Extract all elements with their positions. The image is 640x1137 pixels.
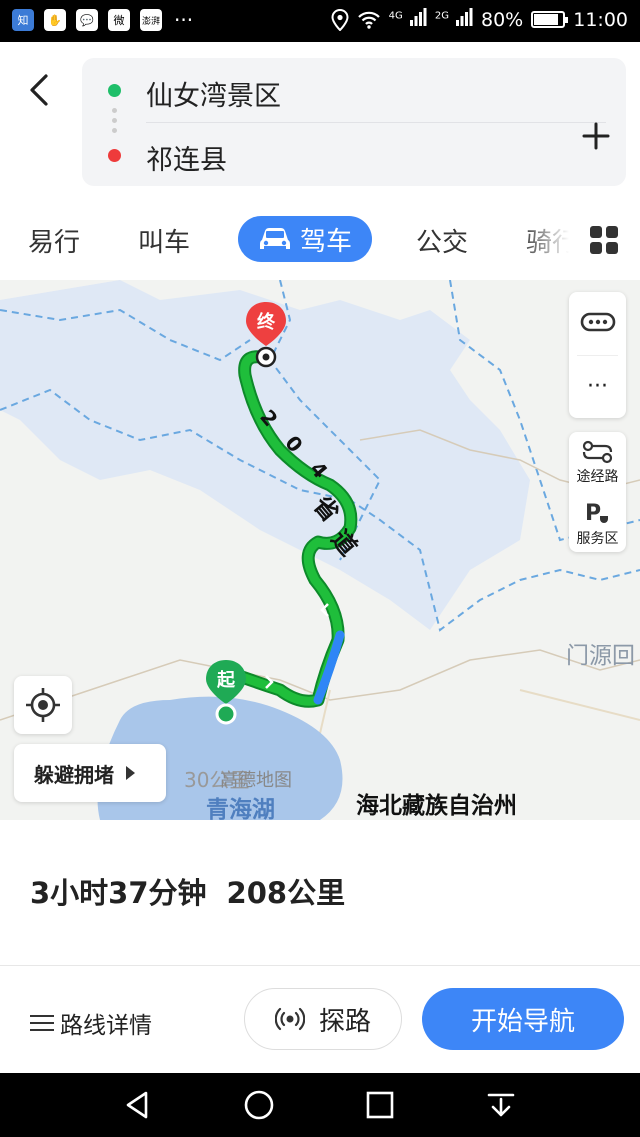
add-waypoint-button[interactable] [576, 116, 616, 156]
service-area-icon: P [585, 501, 608, 526]
system-status: 4G 2G 80% 11:00 [331, 8, 628, 31]
system-back-button[interactable] [122, 1089, 154, 1121]
panel-divider [577, 355, 618, 356]
notification-icons: 知 ✋ 💬 微 澎湃 ··· [12, 9, 193, 31]
route-connector-icon [112, 108, 117, 133]
notification-pulldown-button[interactable] [485, 1089, 517, 1121]
plus-icon [582, 122, 610, 150]
service-area-button[interactable]: P 服务区 [569, 494, 626, 552]
route-details-button[interactable]: 路线详情 [30, 1006, 152, 1040]
map-view[interactable]: 2 0 4 省 道 终 起 30公里 高德地图 青海湖 海北藏族自治州 门源回 … [0, 280, 640, 820]
origin-field[interactable]: 仙女湾景区 [146, 74, 281, 113]
more-notifications-icon: ··· [174, 8, 194, 32]
back-arrow-icon [30, 74, 48, 106]
route-header: 仙女湾景区 祁连县 易行 叫车 驾车 公交 骑行 [0, 42, 640, 280]
square-recents-icon [366, 1091, 394, 1119]
tab-drive[interactable]: 驾车 [238, 216, 372, 262]
traffic-icon [580, 312, 616, 332]
wifi-icon [357, 11, 380, 29]
thepaper-app-icon: 澎湃 [140, 9, 162, 31]
zhihu-app-icon: 知 [12, 9, 34, 31]
waypoint-route-icon [582, 440, 613, 464]
system-nav-bar [0, 1073, 640, 1137]
message-app-icon: 💬 [76, 9, 98, 31]
status-bar: 知 ✋ 💬 微 澎湃 ··· 4G 2G 80% 11:00 [0, 0, 640, 42]
explore-road-button[interactable]: 探路 [244, 988, 402, 1050]
destination-marker-label: 终 [257, 312, 275, 333]
broadcast-icon [274, 1007, 305, 1031]
route-input-box: 仙女湾景区 祁连县 [82, 58, 626, 186]
locate-me-button[interactable] [14, 676, 72, 734]
wechat-app-icon: 微 [108, 9, 130, 31]
transport-mode-tabs: 易行 叫车 驾车 公交 骑行 [0, 214, 640, 270]
locate-icon [26, 688, 60, 722]
town-label: 门源回 [566, 643, 635, 669]
lake-label: 青海湖 [206, 797, 275, 820]
svg-text:P: P [585, 501, 601, 526]
system-home-button[interactable] [243, 1089, 275, 1121]
sheet-divider [0, 965, 640, 966]
map-canvas [0, 280, 640, 820]
pulldown-icon [487, 1093, 515, 1117]
route-duration: 3小时37分钟 [30, 876, 207, 910]
destination-marker[interactable]: 终 [244, 300, 288, 370]
tab-taxi[interactable]: 叫车 [138, 222, 190, 259]
tab-drive-label: 驾车 [299, 226, 352, 257]
route-options-panel: 途经路 P 服务区 [569, 432, 626, 552]
explore-road-label: 探路 [318, 1006, 371, 1037]
avoid-congestion-button[interactable]: 躲避拥堵 [14, 744, 166, 802]
origin-marker-label: 起 [217, 670, 235, 691]
amap-watermark: 高德地图 [220, 770, 292, 791]
signal-4g: 4G [389, 8, 427, 31]
map-tools-panel: ··· [569, 292, 626, 418]
route-summary[interactable]: 3小时37分钟 208公里 [30, 870, 345, 912]
car-icon [259, 228, 290, 249]
service-area-label: 服务区 [576, 531, 619, 547]
list-icon [30, 1014, 54, 1032]
clock: 11:00 [573, 8, 628, 31]
signal-2g: 2G [435, 8, 473, 31]
hand-app-icon: ✋ [44, 9, 66, 31]
destination-field[interactable]: 祁连县 [146, 138, 227, 177]
battery-percent: 80% [481, 8, 524, 31]
location-icon [331, 8, 349, 31]
origin-marker[interactable]: 起 [204, 658, 248, 728]
more-map-options-button[interactable]: ··· [569, 374, 626, 399]
waypoint-label: 途经路 [576, 469, 619, 485]
avoid-congestion-label: 躲避拥堵 [34, 762, 114, 787]
signal-bars-icon [456, 8, 473, 26]
triangle-back-icon [126, 1091, 148, 1119]
back-button[interactable] [22, 70, 58, 110]
route-summary-sheet: 3小时37分钟 208公里 路线详情 探路 开始导航 [0, 820, 640, 1073]
start-navigation-button[interactable]: 开始导航 [422, 988, 624, 1050]
region-label: 海北藏族自治州 [356, 793, 517, 819]
route-distance: 208公里 [226, 876, 346, 910]
tab-bus[interactable]: 公交 [416, 222, 468, 259]
play-arrow-icon [126, 766, 135, 780]
tab-fade [520, 214, 590, 270]
waypoint-button[interactable]: 途经路 [569, 432, 626, 490]
system-recents-button[interactable] [364, 1089, 396, 1121]
origin-dot-icon [108, 84, 121, 97]
circle-home-icon [244, 1090, 274, 1120]
battery-icon [531, 11, 569, 28]
signal-bars-icon [409, 8, 427, 26]
destination-dot-icon [108, 149, 121, 162]
tab-easy-travel[interactable]: 易行 [28, 222, 80, 259]
route-divider [146, 122, 606, 123]
route-details-label: 路线详情 [60, 1013, 152, 1039]
more-modes-grid-icon[interactable] [590, 226, 618, 254]
traffic-toggle-button[interactable] [569, 292, 626, 354]
